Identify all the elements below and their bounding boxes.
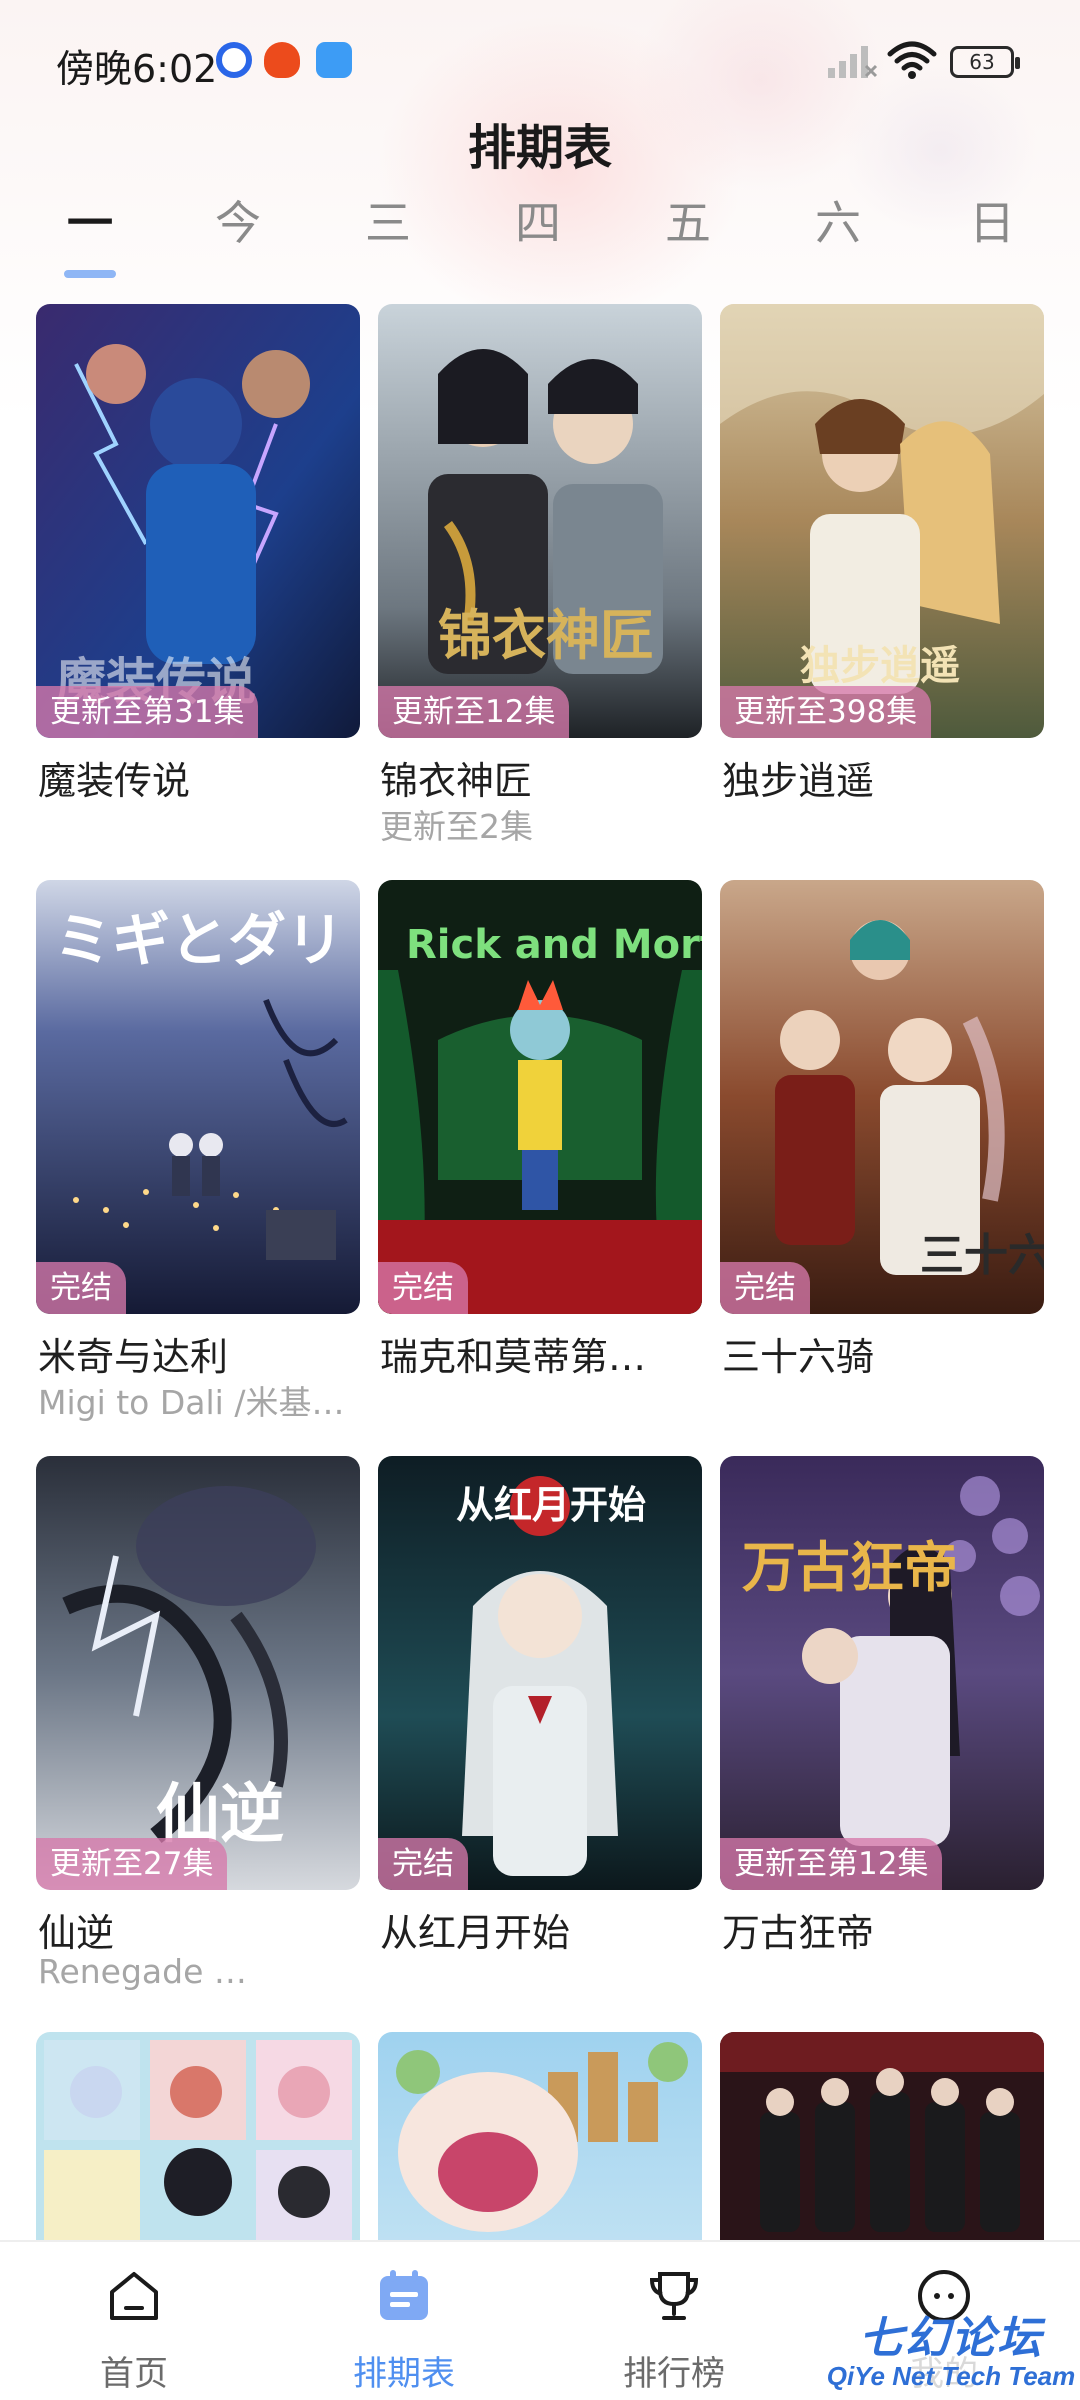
poster-image[interactable]: 三十六骑 完结 [720, 880, 1044, 1314]
poster-art: ミギとダリ [36, 880, 360, 1314]
poster-title-text: 三十六骑 [920, 1230, 1044, 1281]
tab-indicator [64, 270, 116, 278]
tab-day-1[interactable]: 一 [40, 188, 140, 268]
status-badge: 完结 [378, 1838, 468, 1890]
watermark-cn: 七幻论坛 [859, 2314, 1043, 2363]
card-subtitle: Renegade … [38, 1952, 247, 1991]
signal-icon [828, 46, 878, 78]
poster-art: 三十六骑 [720, 880, 1044, 1314]
poster-art: 魔装传说 [36, 304, 360, 738]
status-badge: 更新至12集 [378, 686, 570, 738]
card-title[interactable]: 锦衣神匠 [380, 750, 700, 805]
card-title[interactable]: 米奇与达利 [38, 1326, 358, 1381]
nav-home[interactable]: 首页 [34, 2242, 234, 2400]
red-app-icon [264, 42, 300, 78]
poster-art: Rick and Morty [378, 880, 702, 1314]
card-subtitle: Migi to Dali /米基… [38, 1383, 345, 1422]
poster-art: 独步逍遥 [720, 304, 1044, 738]
poster-art: 锦衣神匠 [378, 304, 702, 738]
nav-schedule[interactable]: 排期表 [304, 2242, 504, 2400]
card-title[interactable]: 瑞克和莫蒂第… [380, 1326, 700, 1381]
status-badge: 更新至第31集 [36, 686, 259, 738]
watermark-en: QiYe Net Tech Team [826, 2361, 1076, 2391]
battery-icon: 63 [950, 46, 1020, 78]
status-badge: 完结 [720, 1262, 810, 1314]
nav-ranking-label: 排行榜 [623, 2354, 725, 2394]
page-title: 排期表 [467, 120, 612, 176]
poster-image[interactable]: 魔装传说 更新至第31集 [36, 304, 360, 738]
tab-day-3[interactable]: 三 [338, 188, 438, 268]
status-badge: 更新至398集 [720, 686, 932, 738]
poster-image[interactable]: 锦衣神匠 更新至12集 [378, 304, 702, 738]
poster-image[interactable]: ミギとダリ 完结 [36, 880, 360, 1314]
poster-image[interactable]: Rick and Morty 完结 [378, 880, 702, 1314]
location-ring-icon [216, 42, 252, 78]
tab-day-5[interactable]: 五 [638, 188, 738, 268]
card-title[interactable]: 从红月开始 [380, 1902, 700, 1957]
trophy-icon [649, 2272, 699, 2320]
poster-art: 万古狂帝 [720, 1456, 1044, 1890]
forum-watermark: 七幻论坛 QiYe Net Tech Team [826, 2314, 1076, 2391]
wifi-icon [887, 41, 937, 79]
card-title[interactable]: 万古狂帝 [722, 1902, 1042, 1957]
poster-title-text: Rick and Morty [406, 922, 702, 968]
blue-app-icon [316, 42, 352, 78]
tab-day-4[interactable]: 四 [488, 188, 588, 268]
poster-image[interactable]: 从红月开始 完结 [378, 1456, 702, 1890]
poster-image[interactable]: 仙逆 更新至27集 [36, 1456, 360, 1890]
status-badge: 更新至27集 [36, 1838, 228, 1890]
status-time: 傍晚6:02 [56, 47, 218, 91]
poster-title-text: 锦衣神匠 [438, 603, 654, 667]
status-badge: 完结 [378, 1262, 468, 1314]
status-badge: 更新至第12集 [720, 1838, 943, 1890]
poster-art: 仙逆 [36, 1456, 360, 1890]
card-title[interactable]: 魔装传说 [38, 750, 358, 805]
card-subtitle: 更新至2集 [380, 807, 533, 846]
poster-title-text: 独步逍遥 [800, 642, 960, 689]
status-bar: 傍晚6:02 63 [0, 0, 1080, 120]
tab-day-today[interactable]: 今 [188, 188, 288, 268]
card-title[interactable]: 独步逍遥 [722, 750, 1042, 805]
schedule-icon [380, 2270, 428, 2320]
poster-image[interactable]: 万古狂帝 更新至第12集 [720, 1456, 1044, 1890]
home-icon [110, 2272, 158, 2320]
nav-ranking[interactable]: 排行榜 [574, 2242, 774, 2400]
poster-title-text: 万古狂帝 [742, 1535, 958, 1599]
card-title[interactable]: 仙逆 [38, 1902, 358, 1957]
poster-image[interactable]: 独步逍遥 更新至398集 [720, 304, 1044, 738]
tab-day-7[interactable]: 日 [942, 188, 1042, 268]
nav-schedule-label: 排期表 [353, 2354, 455, 2394]
poster-art: 从红月开始 [378, 1456, 702, 1890]
poster-title-text: ミギとダリ [54, 906, 344, 974]
day-tabs: 一 今 三 四 五 六 日 [0, 188, 1080, 278]
tab-day-6[interactable]: 六 [788, 188, 888, 268]
card-title[interactable]: 三十六骑 [722, 1326, 1042, 1381]
poster-title-text: 从红月开始 [456, 1483, 646, 1527]
status-badge: 完结 [36, 1262, 126, 1314]
nav-home-label: 首页 [100, 2354, 168, 2394]
